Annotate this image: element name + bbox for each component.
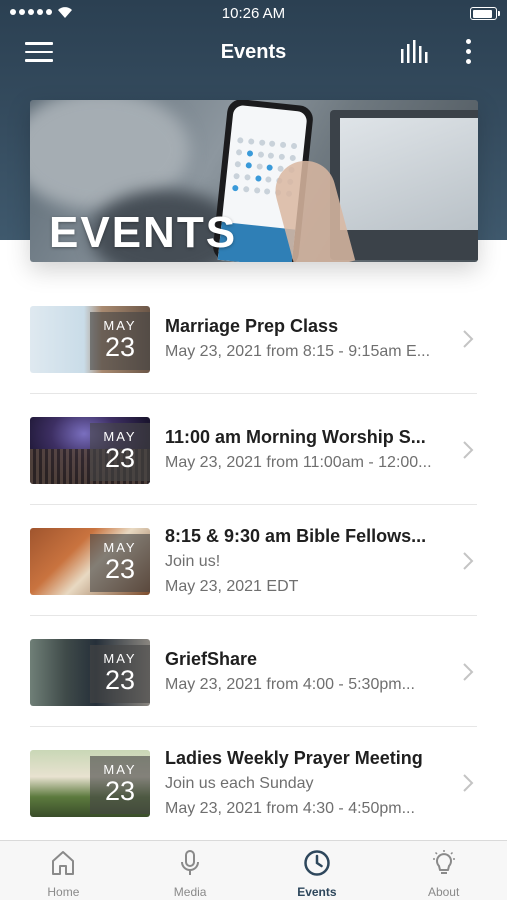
event-item-griefshare[interactable]: MAY 23 GriefShare May 23, 2021 from 4:00… bbox=[0, 616, 507, 727]
event-title: GriefShare bbox=[165, 649, 258, 669]
date-badge: MAY 23 bbox=[90, 312, 150, 370]
tab-label: Home bbox=[47, 885, 80, 899]
lightbulb-icon bbox=[432, 850, 455, 874]
event-title: Ladies Weekly Prayer Meeting bbox=[165, 748, 423, 768]
clock-icon bbox=[304, 850, 330, 876]
event-list: MAY 23 Marriage Prep Class May 23, 2021 … bbox=[0, 283, 507, 838]
date-day: 23 bbox=[104, 332, 136, 362]
event-item-marriage-prep[interactable]: MAY 23 Marriage Prep Class May 23, 2021 … bbox=[0, 283, 507, 394]
date-month: MAY bbox=[103, 318, 137, 333]
date-day: 23 bbox=[104, 443, 136, 473]
date-badge: MAY 23 bbox=[90, 645, 150, 703]
event-date: May 23, 2021 from 11:00am - 12:00... bbox=[165, 454, 432, 471]
bar-chart-icon[interactable] bbox=[399, 40, 429, 64]
tab-about[interactable]: About bbox=[380, 841, 507, 900]
date-day: 23 bbox=[104, 776, 136, 806]
date-month: MAY bbox=[103, 429, 137, 444]
date-badge: MAY 23 bbox=[90, 423, 150, 481]
event-date: May 23, 2021 from 4:30 - 4:50pm... bbox=[165, 800, 415, 817]
event-item-ladies-prayer[interactable]: MAY 23 Ladies Weekly Prayer Meeting Join… bbox=[0, 727, 507, 838]
event-thumbnail: MAY 23 bbox=[30, 750, 150, 817]
more-vertical-icon[interactable] bbox=[462, 39, 474, 67]
event-title: Marriage Prep Class bbox=[165, 316, 339, 336]
tab-label: Events bbox=[297, 885, 337, 899]
tab-label: About bbox=[427, 885, 460, 899]
event-thumbnail: MAY 23 bbox=[30, 417, 150, 484]
event-date: May 23, 2021 EDT bbox=[165, 578, 299, 595]
status-time: 10:26 AM bbox=[221, 5, 286, 22]
event-thumbnail: MAY 23 bbox=[30, 528, 150, 595]
date-month: MAY bbox=[103, 762, 137, 777]
tab-label: Media bbox=[173, 885, 207, 899]
chevron-right-icon bbox=[463, 774, 474, 792]
chevron-right-icon bbox=[463, 441, 474, 459]
hero-title: EVENTS bbox=[49, 208, 238, 257]
chevron-right-icon bbox=[463, 330, 474, 348]
home-icon bbox=[52, 851, 75, 875]
event-date: May 23, 2021 from 4:00 - 5:30pm... bbox=[165, 676, 415, 693]
tab-home[interactable]: Home bbox=[0, 841, 127, 900]
events-hero-banner: EVENTS bbox=[30, 100, 478, 262]
page-title: Events bbox=[220, 41, 287, 63]
event-title: 8:15 & 9:30 am Bible Fellows... bbox=[165, 526, 427, 546]
event-item-morning-worship[interactable]: MAY 23 11:00 am Morning Worship S... May… bbox=[0, 394, 507, 505]
event-thumbnail: MAY 23 bbox=[30, 639, 150, 706]
laptop-image bbox=[330, 110, 478, 260]
event-title: 11:00 am Morning Worship S... bbox=[165, 427, 426, 447]
date-badge: MAY 23 bbox=[90, 756, 150, 814]
date-day: 23 bbox=[104, 554, 136, 584]
date-badge: MAY 23 bbox=[90, 534, 150, 592]
status-bar: 10:26 AM bbox=[0, 0, 507, 28]
date-day: 23 bbox=[104, 665, 136, 695]
navigation-bar: Events bbox=[0, 28, 507, 78]
bottom-tab-bar: Home Media Events About bbox=[0, 840, 507, 900]
date-month: MAY bbox=[103, 651, 137, 666]
event-description: Join us! bbox=[165, 553, 221, 570]
tab-events[interactable]: Events bbox=[254, 841, 381, 900]
event-description: Join us each Sunday bbox=[165, 775, 314, 792]
chevron-right-icon bbox=[463, 663, 474, 681]
date-month: MAY bbox=[103, 540, 137, 555]
event-thumbnail: MAY 23 bbox=[30, 306, 150, 373]
microphone-icon bbox=[181, 850, 200, 875]
battery-icon bbox=[470, 7, 500, 20]
event-date: May 23, 2021 from 8:15 - 9:15am E... bbox=[165, 343, 431, 360]
tab-media[interactable]: Media bbox=[127, 841, 254, 900]
chevron-right-icon bbox=[463, 552, 474, 570]
battery-level bbox=[472, 9, 493, 18]
event-item-bible-fellowship[interactable]: MAY 23 8:15 & 9:30 am Bible Fellows... J… bbox=[0, 505, 507, 616]
hamburger-menu-icon[interactable] bbox=[25, 42, 53, 62]
